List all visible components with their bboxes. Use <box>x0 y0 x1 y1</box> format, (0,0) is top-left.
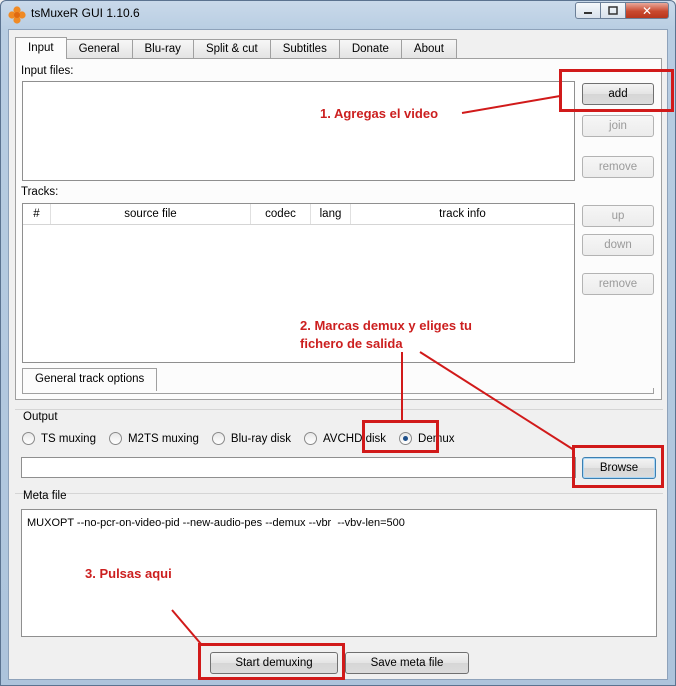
output-path-input[interactable] <box>21 457 576 478</box>
title-bar[interactable]: tsMuxeR GUI 1.10.6 ✕ <box>1 1 675 29</box>
remove-track-button[interactable]: remove <box>582 273 654 295</box>
annotation-box-browse <box>572 445 664 488</box>
maximize-icon <box>608 6 618 15</box>
tracks-table[interactable]: # source file codec lang track info <box>22 203 575 363</box>
column-header-lang[interactable]: lang <box>311 204 351 224</box>
radio-m2ts-muxing[interactable]: M2TS muxing <box>108 432 199 445</box>
tab-bar: Input General Blu-ray Split & cut Subtit… <box>15 37 457 59</box>
remove-file-button[interactable]: remove <box>582 156 654 178</box>
output-label: Output <box>23 411 58 423</box>
tracks-label: Tracks: <box>21 186 59 198</box>
meta-group-border <box>15 493 663 494</box>
tab-about[interactable]: About <box>400 39 457 59</box>
minimize-button[interactable] <box>575 2 601 19</box>
tracks-table-header: # source file codec lang track info <box>23 204 574 225</box>
tab-split-cut[interactable]: Split & cut <box>192 39 271 59</box>
radio-label: M2TS muxing <box>127 432 199 445</box>
save-meta-file-button[interactable]: Save meta file <box>345 652 469 674</box>
meta-file-content: MUXOPT --no-pcr-on-video-pid --new-audio… <box>27 517 405 529</box>
close-icon: ✕ <box>641 3 653 18</box>
radio-indicator <box>303 432 317 445</box>
radio-indicator <box>211 432 225 445</box>
input-files-list[interactable] <box>22 81 575 181</box>
minimize-icon <box>584 11 592 14</box>
radio-indicator <box>108 432 122 445</box>
radio-ts-muxing[interactable]: TS muxing <box>22 432 96 445</box>
column-header-codec[interactable]: codec <box>251 204 311 224</box>
maximize-button[interactable] <box>600 2 626 19</box>
tab-blu-ray[interactable]: Blu-ray <box>131 39 194 59</box>
tab-donate[interactable]: Donate <box>338 39 402 59</box>
window-title: tsMuxeR GUI 1.10.6 <box>31 6 140 20</box>
down-button[interactable]: down <box>582 234 654 256</box>
tab-general[interactable]: General <box>65 39 133 59</box>
tab-general-track-options[interactable]: General track options <box>22 368 158 391</box>
input-files-label: Input files: <box>21 65 74 77</box>
tab-input[interactable]: Input <box>15 37 67 59</box>
radio-indicator <box>22 432 35 445</box>
tsmuxer-logo-icon <box>8 6 26 24</box>
radio-label: Blu-ray disk <box>230 432 291 445</box>
meta-file-label: Meta file <box>23 490 67 502</box>
annotation-box-start <box>198 643 345 680</box>
join-button[interactable]: join <box>582 115 654 137</box>
radio-blu-ray-disk[interactable]: Blu-ray disk <box>211 432 291 445</box>
radio-label: TS muxing <box>41 432 96 445</box>
up-button[interactable]: up <box>582 205 654 227</box>
annotation-box-demux <box>362 420 439 453</box>
output-group-border <box>15 409 663 410</box>
annotation-step-3: 3. Pulsas aqui <box>85 566 172 581</box>
annotation-step-1: 1. Agregas el video <box>320 106 439 121</box>
column-header-source-file[interactable]: source file <box>51 204 251 224</box>
close-button[interactable]: ✕ <box>625 2 669 19</box>
tab-subtitles[interactable]: Subtitles <box>269 39 340 59</box>
column-header-number[interactable]: # <box>23 204 51 224</box>
column-header-track-info[interactable]: track info <box>351 204 574 224</box>
annotation-step-2-line-1: 2. Marcas demux y eliges tu <box>300 318 472 333</box>
annotation-box-add <box>559 69 674 112</box>
annotation-step-2-line-2: fichero de salida <box>300 336 403 351</box>
